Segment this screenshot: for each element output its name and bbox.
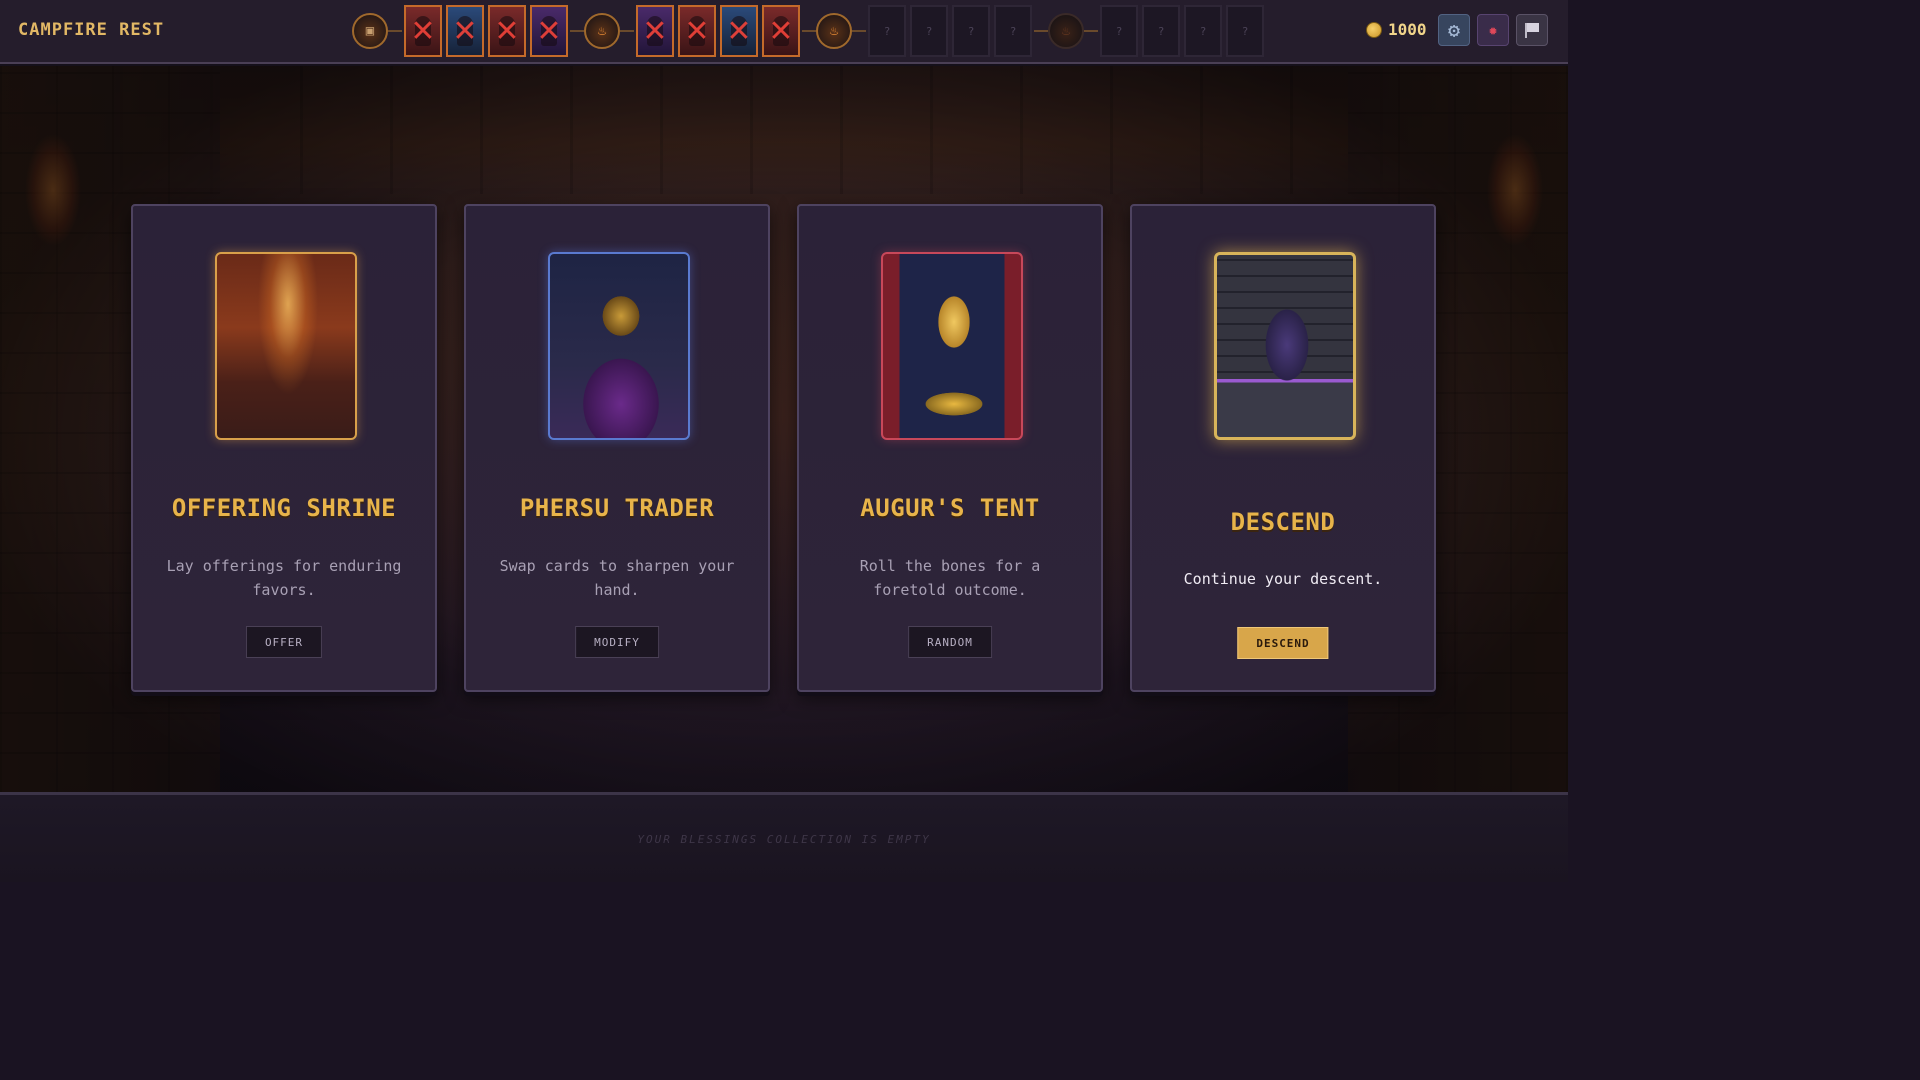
path-encounter-defeated: ✕	[446, 5, 484, 57]
option-title: AUGUR'S TENT	[860, 494, 1040, 522]
path-node-current-campfire: ♨	[816, 13, 852, 49]
augur-button[interactable]: RANDOM	[908, 626, 992, 658]
campfire-icon: ♨	[597, 23, 607, 39]
bug-report-button[interactable]: ✹	[1477, 14, 1509, 46]
path-encounter-defeated: ✕	[636, 5, 674, 57]
defeated-x-icon: ✕	[452, 13, 478, 49]
location-title: CAMPFIRE REST	[18, 20, 165, 40]
defeated-x-icon: ✕	[494, 13, 520, 49]
path-encounter-unknown: ?	[1226, 5, 1264, 57]
option-description: Roll the bones for a foretold outcome.	[859, 557, 1041, 599]
path-connector	[388, 30, 402, 32]
settings-button[interactable]: ⚙	[1438, 14, 1470, 46]
blessings-bar: YOUR BLESSINGS COLLECTION IS EMPTY	[0, 792, 1568, 882]
defeated-x-icon: ✕	[768, 13, 794, 49]
torch-glow-left	[18, 130, 88, 290]
campfire-options: OFFERING SHRINE Lay offerings for endurin…	[131, 204, 1437, 692]
path-encounter-defeated: ✕	[762, 5, 800, 57]
door-icon: ▣	[365, 23, 375, 39]
descend-button[interactable]: DESCEND	[1237, 627, 1329, 659]
option-card-descend: DESCEND Continue your descent. DESCEND	[1130, 204, 1436, 692]
path-encounter-defeated: ✕	[678, 5, 716, 57]
gear-icon: ⚙	[1447, 18, 1461, 42]
path-encounter-unknown: ?	[952, 5, 990, 57]
gold-counter: 1000	[1366, 20, 1427, 39]
path-encounter-defeated: ✕	[720, 5, 758, 57]
dungeon-path: ▣ ✕ ✕ ✕ ✕ ♨ ✕ ✕ ✕ ✕ ♨???? ♨????	[352, 4, 1266, 58]
defeated-x-icon: ✕	[642, 13, 668, 49]
torch-glow-right	[1480, 130, 1550, 290]
path-connector	[1084, 30, 1098, 32]
path-connector	[620, 30, 634, 32]
option-description: Swap cards to sharpen your hand.	[499, 557, 735, 599]
surrender-flag-button[interactable]	[1516, 14, 1548, 46]
path-encounter-unknown: ?	[868, 5, 906, 57]
option-card-augur: AUGUR'S TENT Roll the bones for a foretol…	[797, 204, 1103, 692]
path-connector	[852, 30, 866, 32]
bug-icon: ✹	[1488, 21, 1498, 39]
coin-icon	[1366, 21, 1382, 38]
path-encounter-unknown: ?	[910, 5, 948, 57]
trader-button[interactable]: MODIFY	[575, 626, 659, 658]
path-connector	[1034, 30, 1048, 32]
path-encounter-defeated: ✕	[404, 5, 442, 57]
option-title: DESCEND	[1230, 508, 1336, 536]
path-node-start: ▣	[352, 13, 388, 49]
path-node-campfire: ♨	[584, 13, 620, 49]
option-title: PHERSU TRADER	[519, 494, 715, 522]
masked-trader-art	[548, 252, 690, 440]
stone-archway-art	[1214, 252, 1356, 440]
path-encounter-unknown: ?	[1184, 5, 1222, 57]
gold-value: 1000	[1388, 20, 1427, 39]
path-node-locked-campfire: ♨	[1048, 13, 1084, 49]
option-card-trader: PHERSU TRADER Swap cards to sharpen your …	[464, 204, 770, 692]
defeated-x-icon: ✕	[684, 13, 710, 49]
shrine-button[interactable]: OFFER	[245, 626, 323, 658]
defeated-x-icon: ✕	[410, 13, 436, 49]
defeated-x-icon: ✕	[536, 13, 562, 49]
blessings-empty-label: YOUR BLESSINGS COLLECTION IS EMPTY	[637, 833, 931, 846]
top-bar: CAMPFIRE REST ▣ ✕ ✕ ✕ ✕ ♨ ✕ ✕ ✕ ✕ ♨???? ♨???? 1000 …	[0, 0, 1568, 64]
path-encounter-defeated: ✕	[530, 5, 568, 57]
path-connector	[570, 30, 584, 32]
altar-chalice-art	[215, 252, 357, 440]
defeated-x-icon: ✕	[726, 13, 752, 49]
option-card-shrine: OFFERING SHRINE Lay offerings for endurin…	[131, 204, 437, 692]
campfire-icon: ♨	[1061, 23, 1071, 39]
path-encounter-unknown: ?	[1142, 5, 1180, 57]
path-encounter-defeated: ✕	[488, 5, 526, 57]
option-description: Lay offerings for enduring favors.	[166, 557, 402, 599]
campfire-icon: ♨	[829, 23, 839, 39]
campfire-rest-screen: CAMPFIRE REST ▣ ✕ ✕ ✕ ✕ ♨ ✕ ✕ ✕ ✕ ♨???? ♨???? 1000 …	[0, 0, 1568, 882]
path-encounter-unknown: ?	[1100, 5, 1138, 57]
flag-icon	[1525, 23, 1539, 38]
fortune-tent-art	[881, 252, 1023, 440]
option-title: OFFERING SHRINE	[171, 494, 397, 522]
option-description: Continue your descent.	[1183, 570, 1383, 588]
dungeon-ceiling	[120, 64, 1448, 194]
path-connector	[802, 30, 816, 32]
path-encounter-unknown: ?	[994, 5, 1032, 57]
